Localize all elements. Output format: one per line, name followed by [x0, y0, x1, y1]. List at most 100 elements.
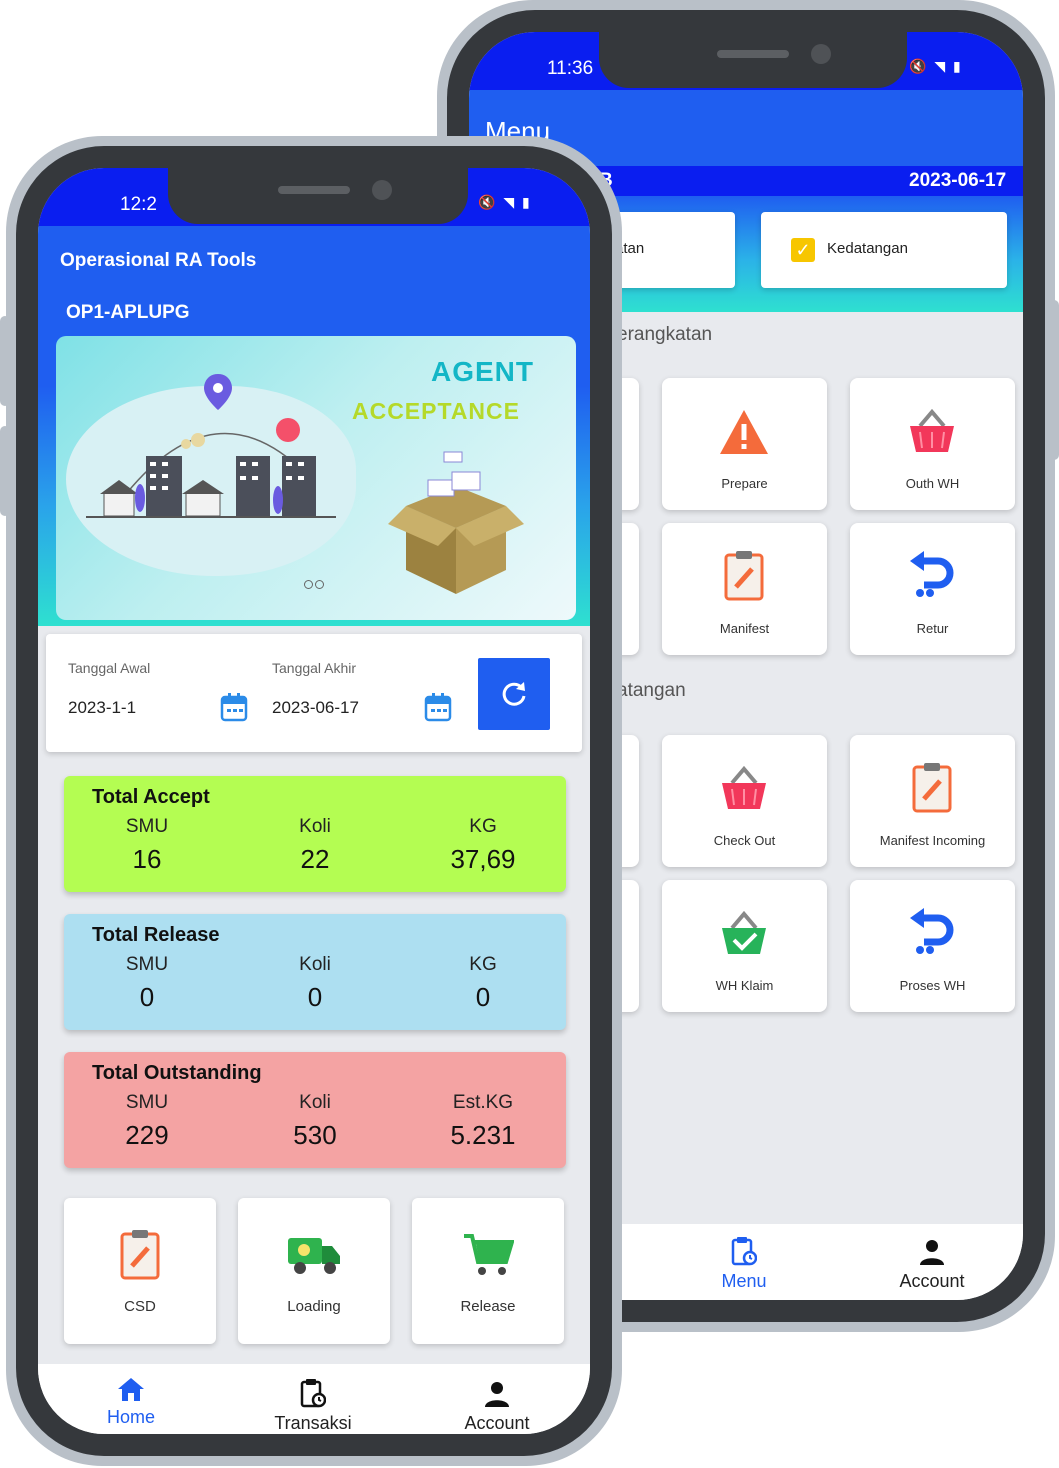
back-tile-label: WH Klaim: [715, 978, 774, 993]
carousel-dot[interactable]: [315, 580, 324, 589]
action-loading-button[interactable]: Loading: [238, 1198, 390, 1344]
action-csd-button[interactable]: CSD: [64, 1198, 216, 1344]
stat-col-value: 0: [307, 982, 323, 1012]
stat-title: Total Outstanding: [92, 1062, 262, 1084]
checkbox-checked-icon[interactable]: ✓: [791, 238, 815, 262]
back-phone-notch: [599, 32, 907, 88]
banner-title-agent: AGENT: [431, 356, 534, 387]
person-icon: [920, 1240, 944, 1265]
stat-col-smu: SMU 16: [92, 816, 202, 875]
back-status-time: 11:36: [547, 58, 594, 79]
stat-col-value: 37,69: [450, 844, 516, 874]
back-tab-kedatangan[interactable]: ✓ Kedatangan: [761, 212, 1007, 288]
calendar-icon[interactable]: [424, 692, 452, 722]
front-phone-frame: 12:2 🔇 ◥ ▮ Operasional RA Tools OP1-APLU…: [0, 136, 622, 1466]
back-tile-outh-wh[interactable]: Outh WH: [850, 378, 1015, 510]
carousel-dot-active[interactable]: [304, 580, 313, 589]
action-label: Loading: [287, 1298, 341, 1315]
city-illustration: [86, 374, 336, 518]
back-tile-label: Manifest Incoming: [879, 833, 986, 848]
back-tile-prepare[interactable]: Prepare: [662, 378, 827, 510]
front-phone-notch: [168, 168, 468, 224]
front-camera: [372, 180, 392, 200]
back-phone-side-button: [1049, 300, 1059, 460]
return-icon: [910, 908, 954, 954]
stat-col-header: Koli: [299, 816, 331, 837]
action-label: Release: [460, 1298, 516, 1315]
stat-col-header: SMU: [125, 954, 169, 975]
end-date-value[interactable]: 2023-06-17: [272, 698, 359, 718]
calendar-icon[interactable]: [220, 692, 248, 722]
action-label: CSD: [124, 1298, 156, 1315]
refresh-icon: [502, 682, 526, 706]
nav-home-label: Home: [106, 1407, 155, 1427]
back-tile-check-out[interactable]: Check Out: [662, 735, 827, 867]
basket-icon: [722, 765, 766, 809]
clipboard-icon: [724, 551, 764, 601]
stat-col-header: Koli: [299, 954, 331, 975]
front-phone-screen: 12:2 🔇 ◥ ▮ Operasional RA Tools OP1-APLU…: [38, 168, 590, 1434]
stat-col-kg: KG 37,69: [428, 816, 538, 875]
back-nav-account-label: Account: [899, 1271, 965, 1291]
start-date-value[interactable]: 2023-1-1: [68, 698, 136, 718]
action-release-button[interactable]: Release: [412, 1198, 564, 1344]
refresh-button[interactable]: [478, 658, 550, 730]
stat-col-header: SMU: [125, 1092, 169, 1113]
nav-account[interactable]: Account: [442, 1380, 552, 1434]
back-sub-date: 2023-06-17: [909, 170, 1007, 191]
back-nav-menu[interactable]: Menu: [689, 1236, 799, 1292]
back-tile-label: Outh WH: [905, 476, 960, 491]
end-date-label: Tanggal Akhir: [272, 660, 357, 676]
stat-col-header: SMU: [125, 816, 169, 837]
stat-col-header: Est.KG: [452, 1092, 514, 1113]
user-code: OP1-APLUPG: [66, 302, 190, 323]
stat-title: Total Accept: [92, 786, 210, 808]
front-camera: [811, 44, 831, 64]
stat-col-value: 5.231: [450, 1120, 516, 1150]
nav-account-label: Account: [464, 1413, 530, 1433]
stat-col-header: Koli: [299, 1092, 331, 1113]
back-tile-label: Manifest: [719, 621, 770, 636]
back-tile-proses-wh[interactable]: Proses WH: [850, 880, 1015, 1012]
stat-title: Total Release: [92, 924, 220, 946]
stat-col-value: 229: [125, 1120, 169, 1150]
return-icon: [910, 551, 954, 597]
nav-home[interactable]: Home: [76, 1376, 186, 1428]
stat-col-koli: Koli 0: [260, 954, 370, 1013]
stat-col-value: 0: [139, 982, 155, 1012]
warning-icon: [720, 410, 768, 454]
front-phone-bezel: 12:2 🔇 ◥ ▮ Operasional RA Tools OP1-APLU…: [16, 146, 612, 1456]
back-tile-label: Prepare: [721, 476, 768, 491]
stat-col-value: 22: [300, 844, 330, 874]
back-status-icons: 🔇 ◥ ▮: [909, 58, 963, 74]
nav-transaksi[interactable]: Transaksi: [258, 1378, 368, 1434]
stat-col-kg: Est.KG 5.231: [428, 1092, 538, 1151]
stat-col-smu: SMU 229: [92, 1092, 202, 1151]
back-tile-manifest[interactable]: Manifest: [662, 523, 827, 655]
stat-col-header: KG: [469, 816, 497, 837]
back-section-keberangkatan: erangkatan: [617, 324, 713, 345]
back-tile-retur[interactable]: Retur: [850, 523, 1015, 655]
truck-icon: [288, 1238, 340, 1274]
basket-icon: [910, 408, 954, 452]
clipboard-clock-icon: [300, 1379, 327, 1408]
home-icon: [118, 1378, 144, 1401]
front-phone-side-button: [0, 316, 10, 406]
stat-col-koli: Koli 530: [260, 1092, 370, 1151]
banner-carousel[interactable]: AGENT ACCEPTANCE: [56, 336, 576, 620]
front-status-icons: 🔇 ◥ ▮: [478, 194, 532, 210]
back-nav-menu-label: Menu: [721, 1271, 767, 1291]
back-section-kedatangan: atangan: [617, 680, 686, 701]
date-filter-card: Tanggal Awal 2023-1-1 Tanggal Akhir 2023…: [46, 634, 582, 752]
app-title: Operasional RA Tools: [60, 250, 257, 271]
nav-transaksi-label: Transaksi: [274, 1413, 352, 1433]
basket-check-icon: [722, 910, 766, 954]
back-tile-wh-klaim[interactable]: WH Klaim: [662, 880, 827, 1012]
cart-icon: [464, 1234, 514, 1275]
back-tile-manifest-incoming[interactable]: Manifest Incoming: [850, 735, 1015, 867]
back-nav-account[interactable]: Account: [877, 1238, 987, 1292]
banner-title-acceptance: ACCEPTANCE: [351, 398, 520, 424]
back-tile-label: Retur: [916, 621, 949, 636]
stat-col-header: KG: [469, 954, 497, 975]
stat-total-release: Total Release SMU 0 Koli 0 KG 0: [64, 914, 566, 1030]
